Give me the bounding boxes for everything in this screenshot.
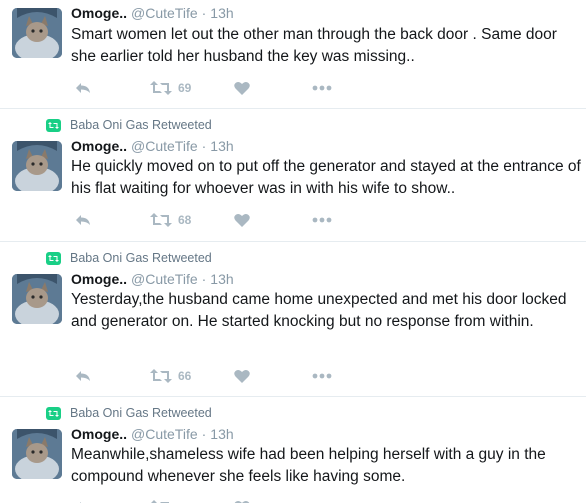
tweet-actions: 68: [71, 210, 371, 230]
more-icon: [312, 217, 332, 223]
tweet-header: Omoge.. @CuteTife · 13h: [71, 426, 234, 444]
tweet-item[interactable]: Baba Oni Gas Retweeted Omoge.. @CuteTife…: [0, 396, 586, 503]
timestamp[interactable]: 13h: [210, 426, 233, 442]
retweet-button[interactable]: [150, 497, 178, 503]
separator-dot: ·: [201, 138, 207, 154]
retweet-context[interactable]: Baba Oni Gas Retweeted: [46, 250, 212, 266]
tweet-actions: 66: [71, 366, 371, 386]
retweet-context[interactable]: Baba Oni Gas Retweeted: [46, 117, 212, 133]
username[interactable]: @CuteTife: [131, 138, 198, 154]
like-icon: [234, 81, 250, 96]
tweet-text: He quickly moved on to put off the gener…: [71, 158, 581, 197]
reply-button[interactable]: [74, 366, 92, 386]
username[interactable]: @CuteTife: [131, 426, 198, 442]
retweet-button[interactable]: 66: [150, 366, 191, 386]
separator-dot: ·: [201, 5, 207, 21]
tweet-text: Yesterday,the husband came home unexpect…: [71, 291, 567, 330]
timestamp[interactable]: 13h: [210, 138, 233, 154]
tweet-text: Smart women let out the other man throug…: [71, 26, 557, 65]
avatar[interactable]: [12, 141, 62, 191]
retweet-count: 68: [178, 213, 192, 227]
timestamp[interactable]: 13h: [210, 271, 233, 287]
like-button[interactable]: [234, 78, 250, 98]
reply-icon: [74, 212, 92, 228]
more-button[interactable]: [312, 210, 332, 230]
timestamp[interactable]: 13h: [210, 5, 233, 21]
like-icon: [234, 369, 250, 384]
username[interactable]: @CuteTife: [131, 271, 198, 287]
tweet-timeline: Omoge.. @CuteTife · 13h Smart women let …: [0, 0, 586, 503]
username[interactable]: @CuteTife: [131, 5, 198, 21]
reply-button[interactable]: [74, 78, 92, 98]
like-button[interactable]: [234, 497, 250, 503]
retweet-count: 69: [178, 81, 192, 95]
retweet-button[interactable]: 68: [150, 210, 191, 230]
tweet-header: Omoge.. @CuteTife · 13h: [71, 138, 234, 156]
avatar[interactable]: [12, 274, 62, 324]
more-button[interactable]: [312, 366, 332, 386]
more-button[interactable]: [312, 78, 332, 98]
display-name[interactable]: Omoge..: [71, 5, 127, 21]
tweet-text: Meanwhile,shameless wife had been helpin…: [71, 446, 546, 485]
avatar[interactable]: [12, 429, 62, 479]
tweet-item[interactable]: Baba Oni Gas Retweeted Omoge.. @CuteTife…: [0, 241, 586, 397]
like-icon: [234, 213, 250, 228]
reply-button[interactable]: [74, 497, 92, 503]
more-icon: [312, 373, 332, 379]
retweet-badge-icon: [46, 251, 61, 265]
retweet-button[interactable]: 69: [150, 78, 191, 98]
tweet-item[interactable]: Baba Oni Gas Retweeted Omoge.. @CuteTife…: [0, 108, 586, 242]
retweet-context-label: Baba Oni Gas Retweeted: [70, 406, 212, 420]
retweet-icon: [150, 499, 172, 503]
retweet-count: 66: [178, 369, 192, 383]
retweet-icon: [150, 80, 172, 96]
like-button[interactable]: [234, 210, 250, 230]
more-icon: [312, 85, 332, 91]
retweet-icon: [150, 212, 172, 228]
tweet-actions: 69: [71, 78, 371, 98]
more-button[interactable]: [312, 497, 332, 503]
retweet-badge-icon: [46, 118, 61, 132]
retweet-context[interactable]: Baba Oni Gas Retweeted: [46, 405, 212, 421]
tweet-header: Omoge.. @CuteTife · 13h: [71, 5, 234, 23]
retweet-badge-icon: [46, 406, 61, 420]
reply-icon: [74, 368, 92, 384]
display-name[interactable]: Omoge..: [71, 426, 127, 442]
reply-icon: [74, 499, 92, 503]
like-icon: [234, 500, 250, 503]
display-name[interactable]: Omoge..: [71, 271, 127, 287]
display-name[interactable]: Omoge..: [71, 138, 127, 154]
retweet-context-label: Baba Oni Gas Retweeted: [70, 251, 212, 265]
reply-icon: [74, 80, 92, 96]
reply-button[interactable]: [74, 210, 92, 230]
retweet-context-label: Baba Oni Gas Retweeted: [70, 118, 212, 132]
retweet-icon: [150, 368, 172, 384]
separator-dot: ·: [201, 271, 207, 287]
tweet-item[interactable]: Omoge.. @CuteTife · 13h Smart women let …: [0, 0, 586, 109]
avatar[interactable]: [12, 8, 62, 58]
separator-dot: ·: [201, 426, 207, 442]
like-button[interactable]: [234, 366, 250, 386]
tweet-actions: [71, 497, 371, 503]
tweet-header: Omoge.. @CuteTife · 13h: [71, 271, 234, 289]
